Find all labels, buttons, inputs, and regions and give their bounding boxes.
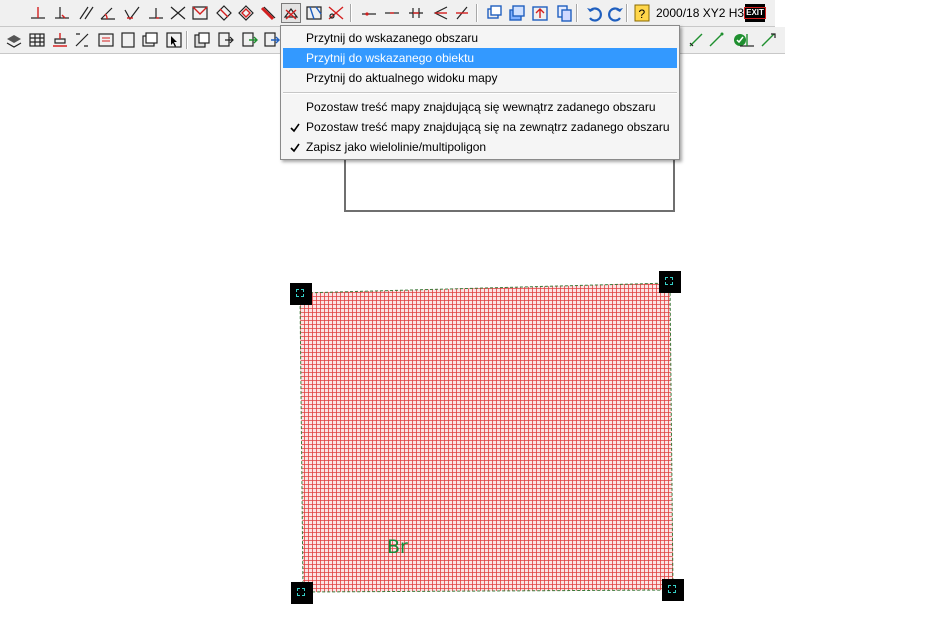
menu-item[interactable]: Zapisz jako wielolinie/multipoligon — [283, 137, 677, 157]
menu-item[interactable]: Przytnij do aktualnego widoku mapy — [283, 68, 677, 88]
handle-bottom-left[interactable] — [291, 582, 313, 604]
menu-item-label: Przytnij do wskazanego obiektu — [306, 51, 475, 65]
handle-top-right[interactable] — [659, 271, 681, 293]
menu-separator — [283, 92, 677, 94]
parcel-polygon — [299, 282, 674, 593]
handle-bottom-right[interactable] — [662, 579, 684, 601]
clip-options-menu: Przytnij do wskazanego obszaru Przytnij d… — [280, 25, 680, 160]
menu-item-label: Pozostaw treść mapy znajdującą się wewną… — [306, 100, 656, 114]
menu-item-label: Pozostaw treść mapy znajdującą się na ze… — [306, 120, 670, 134]
checkmark-icon — [289, 121, 301, 133]
handle-top-left[interactable] — [290, 283, 312, 305]
menu-item[interactable]: Przytnij do wskazanego obiektu — [283, 48, 677, 68]
menu-item-label: Przytnij do wskazanego obszaru — [306, 31, 479, 45]
menu-item[interactable]: Przytnij do wskazanego obszaru — [283, 28, 677, 48]
menu-item-label: Przytnij do aktualnego widoku mapy — [306, 71, 498, 85]
menu-item-label: Zapisz jako wielolinie/multipoligon — [306, 140, 487, 154]
parcel-label: Br — [387, 536, 408, 558]
menu-item[interactable]: Pozostaw treść mapy znajdującą się na ze… — [283, 117, 677, 137]
checkmark-icon — [289, 141, 301, 153]
menu-item[interactable]: Pozostaw treść mapy znajdującą się wewną… — [283, 97, 677, 117]
